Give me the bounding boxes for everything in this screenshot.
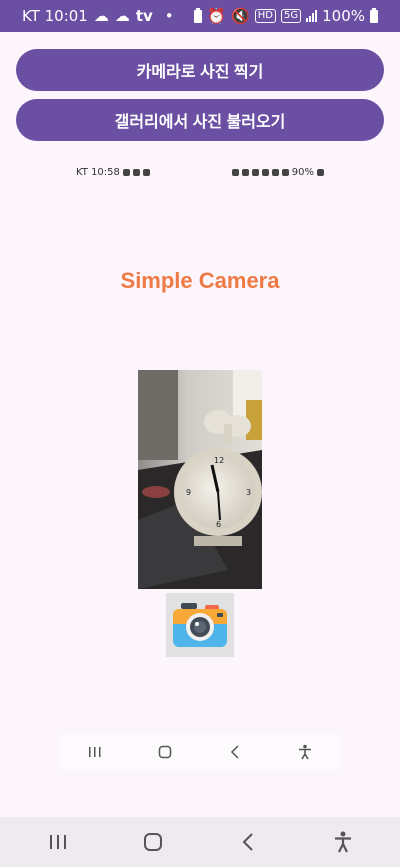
captured-battery-percent: 90% [291, 166, 314, 178]
captured-status-right: 90% [231, 166, 324, 178]
captured-home-icon [150, 737, 180, 767]
captured-alarm-icon [241, 168, 249, 176]
captured-network-icon [271, 168, 279, 176]
battery-saver-icon [194, 7, 203, 23]
camera-icon [173, 603, 227, 647]
captured-weather-icon [122, 168, 130, 176]
captured-recent-apps-icon [80, 737, 110, 767]
captured-mute-icon [251, 168, 259, 176]
captured-battery-saver-icon [231, 168, 239, 176]
captured-status-bar: KT 10:58 90% [76, 165, 324, 179]
network-badge: 5G [280, 9, 302, 23]
svg-text:12: 12 [214, 456, 224, 465]
camera-icon-button[interactable] [166, 593, 234, 657]
captured-carrier-time: KT 10:58 [76, 166, 120, 178]
battery-icon [370, 7, 378, 23]
cloud-icon: ☁ [93, 7, 109, 25]
svg-text:9: 9 [186, 488, 191, 497]
captured-battery-icon [317, 168, 324, 176]
mute-icon: 🔇 [231, 7, 250, 25]
status-bar: KT 10:01 ☁ ☁ tv • ⏰ 🔇 HD 5G 100% [0, 0, 400, 32]
captured-status-left: KT 10:58 [76, 167, 150, 178]
recent-apps-icon[interactable] [38, 822, 78, 862]
captured-back-icon [220, 737, 250, 767]
captured-navigation-bar [60, 734, 340, 770]
app-title: Simple Camera [120, 268, 280, 293]
back-icon[interactable] [228, 822, 268, 862]
system-navigation-bar [0, 817, 400, 867]
alarm-icon: ⏰ [207, 7, 227, 25]
notification-dot: • [164, 7, 174, 25]
captured-signal-icon [281, 168, 289, 176]
status-right: ⏰ 🔇 HD 5G 100% [194, 7, 378, 25]
status-left: KT 10:01 ☁ ☁ tv • [22, 7, 174, 25]
tv-label: tv [135, 7, 153, 25]
hd-badge: HD [254, 9, 276, 23]
svg-text:6: 6 [216, 520, 221, 529]
accessibility-icon[interactable] [323, 822, 363, 862]
weather-icon: ☁ [114, 7, 130, 25]
battery-percent: 100% [322, 7, 365, 25]
captured-notification-icon [132, 168, 140, 176]
captured-accessibility-icon [290, 737, 320, 767]
carrier-time: KT 10:01 [22, 7, 88, 25]
home-icon[interactable] [133, 822, 173, 862]
load-from-gallery-button[interactable]: 갤러리에서 사진 불러오기 [16, 99, 384, 141]
signal-icon [306, 10, 318, 22]
svg-text:3: 3 [246, 488, 251, 497]
captured-app-icon [142, 168, 150, 176]
captured-photo: 12 3 6 9 [138, 370, 262, 589]
captured-hd-icon [261, 168, 269, 176]
take-photo-button[interactable]: 카메라로 사진 찍기 [16, 49, 384, 91]
